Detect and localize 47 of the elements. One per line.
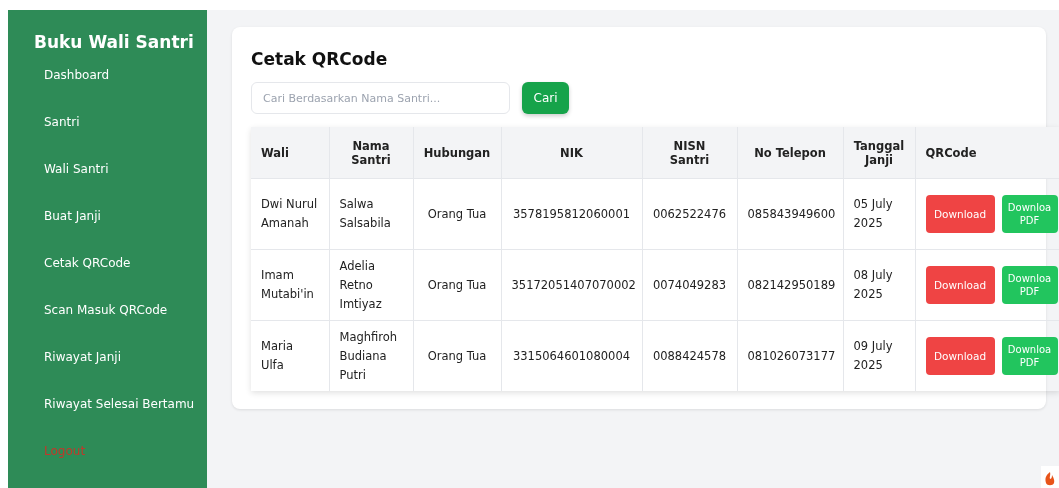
column-header: NISN Santri [642, 127, 737, 179]
search-button[interactable]: Cari [522, 82, 569, 114]
table-cell: 081026073177 [737, 320, 843, 391]
table-cell: 08 July 2025 [843, 249, 915, 321]
download-pdf-button[interactable]: Downloa PDF [1001, 337, 1058, 375]
column-header: Hubungan [413, 127, 501, 179]
table-cell: Maria Ulfa [251, 320, 329, 391]
table-cell: Salwa Salsabila [329, 178, 413, 250]
table-cell: Imam Mutabi'in [251, 249, 329, 321]
download-button[interactable]: Download [925, 266, 995, 304]
table-cell: Adelia Retno Imtiyaz [329, 249, 413, 321]
table-cell: 0088424578 [642, 320, 737, 391]
table-cell: 085843949600 [737, 178, 843, 250]
table-cell: 0074049283 [642, 249, 737, 321]
sidebar-link[interactable]: Riwayat Janji [44, 349, 121, 366]
download-button[interactable]: Download [925, 337, 995, 375]
table-cell: Maghfiroh Budiana Putri [329, 320, 413, 391]
table-cell: Orang Tua [413, 249, 501, 321]
column-header: Tanggal Janji [843, 127, 915, 179]
column-header: NIK [501, 127, 642, 179]
table-cell: Dwi Nurul Amanah [251, 178, 329, 250]
column-header: Nama Santri [329, 127, 413, 179]
column-header: No Telepon [737, 127, 843, 179]
download-pdf-button[interactable]: Downloa PDF [1001, 195, 1058, 233]
table-cell: 082142950189 [737, 249, 843, 321]
sidebar-link[interactable]: Dashboard [44, 67, 110, 84]
table-cell: 09 July 2025 [843, 320, 915, 391]
search-field[interactable]: Cari Berdasarkan Nama Santri... [251, 82, 510, 114]
sidebar-link[interactable]: Wali Santri [44, 161, 109, 178]
column-header: QRCode [915, 127, 1059, 179]
sidebar-link[interactable]: Santri [44, 114, 80, 131]
sidebar-link[interactable]: Riwayat Selesai Bertamu [44, 396, 195, 413]
column-header: Wali [251, 127, 329, 179]
download-pdf-button[interactable]: Downloa PDF [1001, 266, 1058, 304]
table-cell: Orang Tua [413, 320, 501, 391]
page-title: Cetak QRCode [251, 49, 388, 69]
table-cell: 3578195812060001 [501, 178, 642, 250]
sidebar-link[interactable]: Cetak QRCode [44, 255, 131, 272]
table-cell: 35172051407070002 [501, 249, 642, 321]
table-cell: 05 July 2025 [843, 178, 915, 250]
app-title: Buku Wali Santri [34, 32, 194, 52]
table-cell: 0062522476 [642, 178, 737, 250]
table-cell: 3315064601080004 [501, 320, 642, 391]
sidebar-link[interactable]: Buat Janji [44, 208, 101, 225]
sidebar-link[interactable]: Scan Masuk QRCode [44, 302, 168, 319]
download-button[interactable]: Download [925, 195, 995, 233]
table-cell: Orang Tua [413, 178, 501, 250]
